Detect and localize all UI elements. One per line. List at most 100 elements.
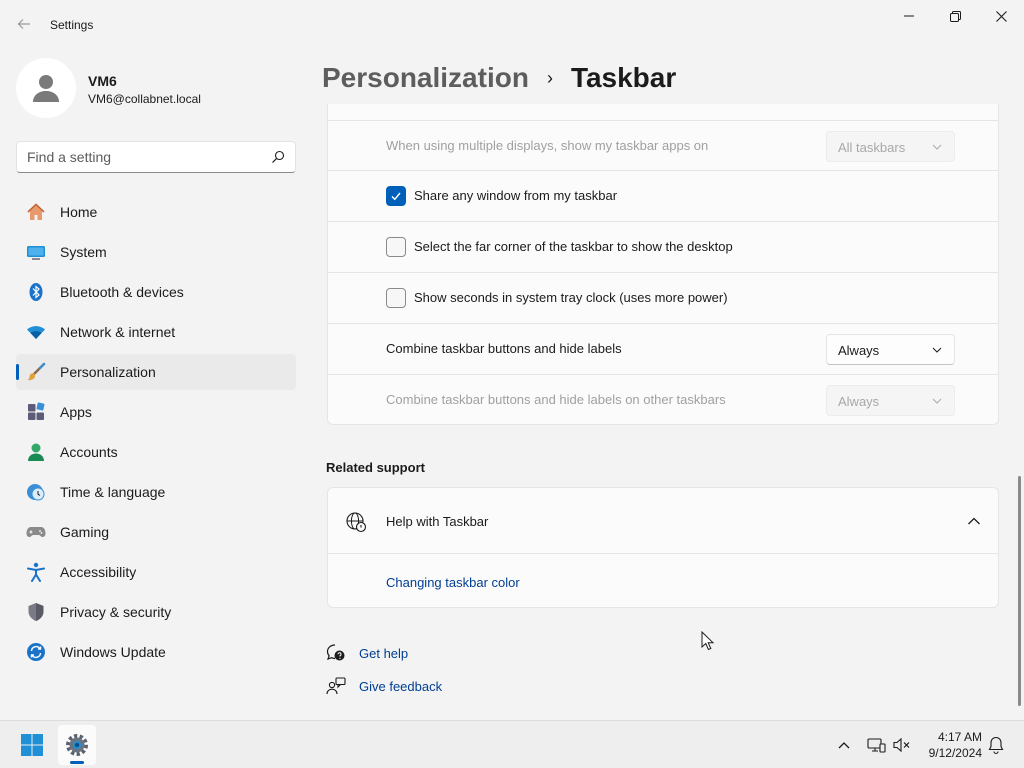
page-title: Taskbar — [570, 62, 677, 93]
setting-combine-buttons: Combine taskbar buttons and hide labels … — [328, 323, 998, 373]
person-icon — [26, 442, 46, 462]
sidebar-item-windows-update[interactable]: Windows Update — [16, 634, 296, 670]
sidebar-item-gaming[interactable]: Gaming — [16, 514, 296, 550]
sidebar-item-label: Home — [60, 204, 98, 220]
wifi-icon — [26, 322, 46, 342]
accessibility-icon — [26, 562, 46, 582]
far-corner-checkbox[interactable] — [386, 237, 406, 257]
apps-icon — [26, 402, 46, 422]
notification-bell-icon[interactable] — [986, 735, 1006, 755]
get-help-text: Get help — [359, 645, 409, 661]
checkmark-icon — [391, 192, 401, 201]
search-icon[interactable] — [271, 150, 285, 164]
chevron-up-icon — [968, 517, 980, 525]
help-with-taskbar-header[interactable]: Help with Taskbar — [328, 488, 998, 554]
display-icon — [26, 242, 46, 262]
breadcrumb: Personalization › Taskbar — [322, 58, 676, 98]
combine-buttons-dropdown[interactable]: Always — [826, 334, 955, 365]
checkbox-label[interactable]: Show seconds in system tray clock (uses … — [414, 290, 728, 305]
sidebar-item-time-language[interactable]: Time & language — [16, 474, 296, 510]
sidebar-item-home[interactable]: Home — [16, 194, 296, 230]
sidebar-item-label: Gaming — [60, 524, 110, 540]
give-feedback-link[interactable]: Give feedback — [326, 675, 442, 697]
setting-multi-display: When using multiple displays, show my ta… — [328, 120, 998, 170]
dropdown-value: All taskbars — [838, 140, 906, 155]
close-button[interactable] — [978, 0, 1024, 32]
show-seconds-checkbox[interactable] — [386, 288, 406, 308]
sidebar-item-system[interactable]: System — [16, 234, 296, 270]
start-button[interactable] — [16, 731, 48, 759]
brush-icon — [26, 362, 46, 382]
sidebar-item-label: Personalization — [60, 364, 156, 380]
share-window-checkbox[interactable] — [386, 186, 406, 206]
checkbox-label[interactable]: Share any window from my taskbar — [414, 188, 617, 203]
chevron-down-icon — [932, 144, 942, 150]
network-icon[interactable] — [866, 735, 886, 755]
sidebar-item-label: Network & internet — [60, 324, 176, 340]
show-hidden-icons-button[interactable] — [836, 737, 852, 753]
setting-label: Combine taskbar buttons and hide labels — [386, 341, 622, 356]
system-clock[interactable]: 4:17 AM 9/12/2024 — [918, 729, 982, 761]
get-help-link[interactable]: Get help — [326, 642, 408, 664]
sidebar-item-personalization[interactable]: Personalization — [16, 354, 296, 390]
setting-share-window: Share any window from my taskbar — [328, 170, 998, 220]
settings-gear-icon — [66, 734, 88, 756]
restore-button[interactable] — [932, 0, 978, 32]
sidebar-item-privacy-security[interactable]: Privacy & security — [16, 594, 296, 630]
shield-icon — [26, 602, 46, 622]
taskbar: 4:17 AM 9/12/2024 — [0, 720, 1024, 768]
sidebar-item-network[interactable]: Network & internet — [16, 314, 296, 350]
bluetooth-icon — [26, 282, 46, 302]
setting-label: Combine taskbar buttons and hide labels … — [386, 392, 726, 407]
user-name: VM6 — [88, 73, 117, 89]
sidebar-item-label: Accounts — [60, 444, 118, 460]
sidebar-item-label: Privacy & security — [60, 604, 172, 620]
sidebar-item-accounts[interactable]: Accounts — [16, 434, 296, 470]
collapse-button[interactable] — [966, 514, 982, 528]
breadcrumb-parent[interactable]: Personalization — [322, 62, 529, 94]
sidebar-nav: Home System Bluetooth & devices Network … — [16, 194, 296, 674]
sidebar-item-apps[interactable]: Apps — [16, 394, 296, 430]
sidebar-item-label: Windows Update — [60, 644, 166, 660]
minimize-button[interactable] — [886, 0, 932, 32]
breadcrumb-separator: › — [546, 67, 553, 88]
sidebar-item-label: Bluetooth & devices — [60, 284, 184, 300]
chevron-up-icon — [838, 742, 850, 749]
minimize-icon — [904, 15, 914, 17]
sidebar-item-accessibility[interactable]: Accessibility — [16, 554, 296, 590]
taskbar-behaviors-card: When using multiple displays, show my ta… — [327, 104, 999, 425]
checkbox-label[interactable]: Select the far corner of the taskbar to … — [414, 239, 733, 254]
setting-show-seconds: Show seconds in system tray clock (uses … — [328, 272, 998, 322]
combine-other-dropdown[interactable]: Always — [826, 385, 955, 416]
app-title: Settings — [50, 18, 94, 32]
windows-logo-icon — [21, 734, 43, 756]
search-box — [16, 141, 296, 173]
clock-time: 4:17 AM — [937, 730, 982, 744]
chevron-down-icon — [932, 398, 942, 404]
help-with-taskbar-title: Help with Taskbar — [386, 514, 489, 529]
home-icon — [26, 202, 46, 222]
globe-icon — [346, 512, 367, 533]
person-silhouette-icon — [33, 75, 59, 102]
restore-icon — [949, 10, 961, 22]
volume-muted-icon[interactable] — [892, 735, 912, 755]
back-button[interactable] — [10, 12, 38, 36]
clock-globe-icon — [26, 482, 46, 502]
vertical-scrollbar[interactable] — [1018, 476, 1021, 706]
taskbar-settings-app[interactable] — [58, 725, 96, 765]
setting-combine-other: Combine taskbar buttons and hide labels … — [328, 374, 998, 424]
sidebar-item-bluetooth[interactable]: Bluetooth & devices — [16, 274, 296, 310]
user-email: VM6@collabnet.local — [88, 92, 201, 106]
related-support-card: Help with Taskbar Changing taskbar color — [327, 487, 999, 608]
sidebar-item-label: Apps — [60, 404, 92, 420]
sidebar-item-label: System — [60, 244, 107, 260]
search-input[interactable] — [27, 142, 267, 172]
sidebar-item-label: Accessibility — [60, 564, 137, 580]
back-arrow-icon — [17, 19, 30, 29]
give-feedback-text: Give feedback — [359, 678, 443, 694]
user-profile[interactable]: VM6 VM6@collabnet.local — [16, 56, 296, 120]
sidebar-item-label: Time & language — [60, 484, 166, 500]
changing-taskbar-color-link[interactable]: Changing taskbar color — [386, 575, 520, 590]
related-support-heading: Related support — [326, 460, 425, 475]
multi-display-dropdown[interactable]: All taskbars — [826, 131, 955, 162]
